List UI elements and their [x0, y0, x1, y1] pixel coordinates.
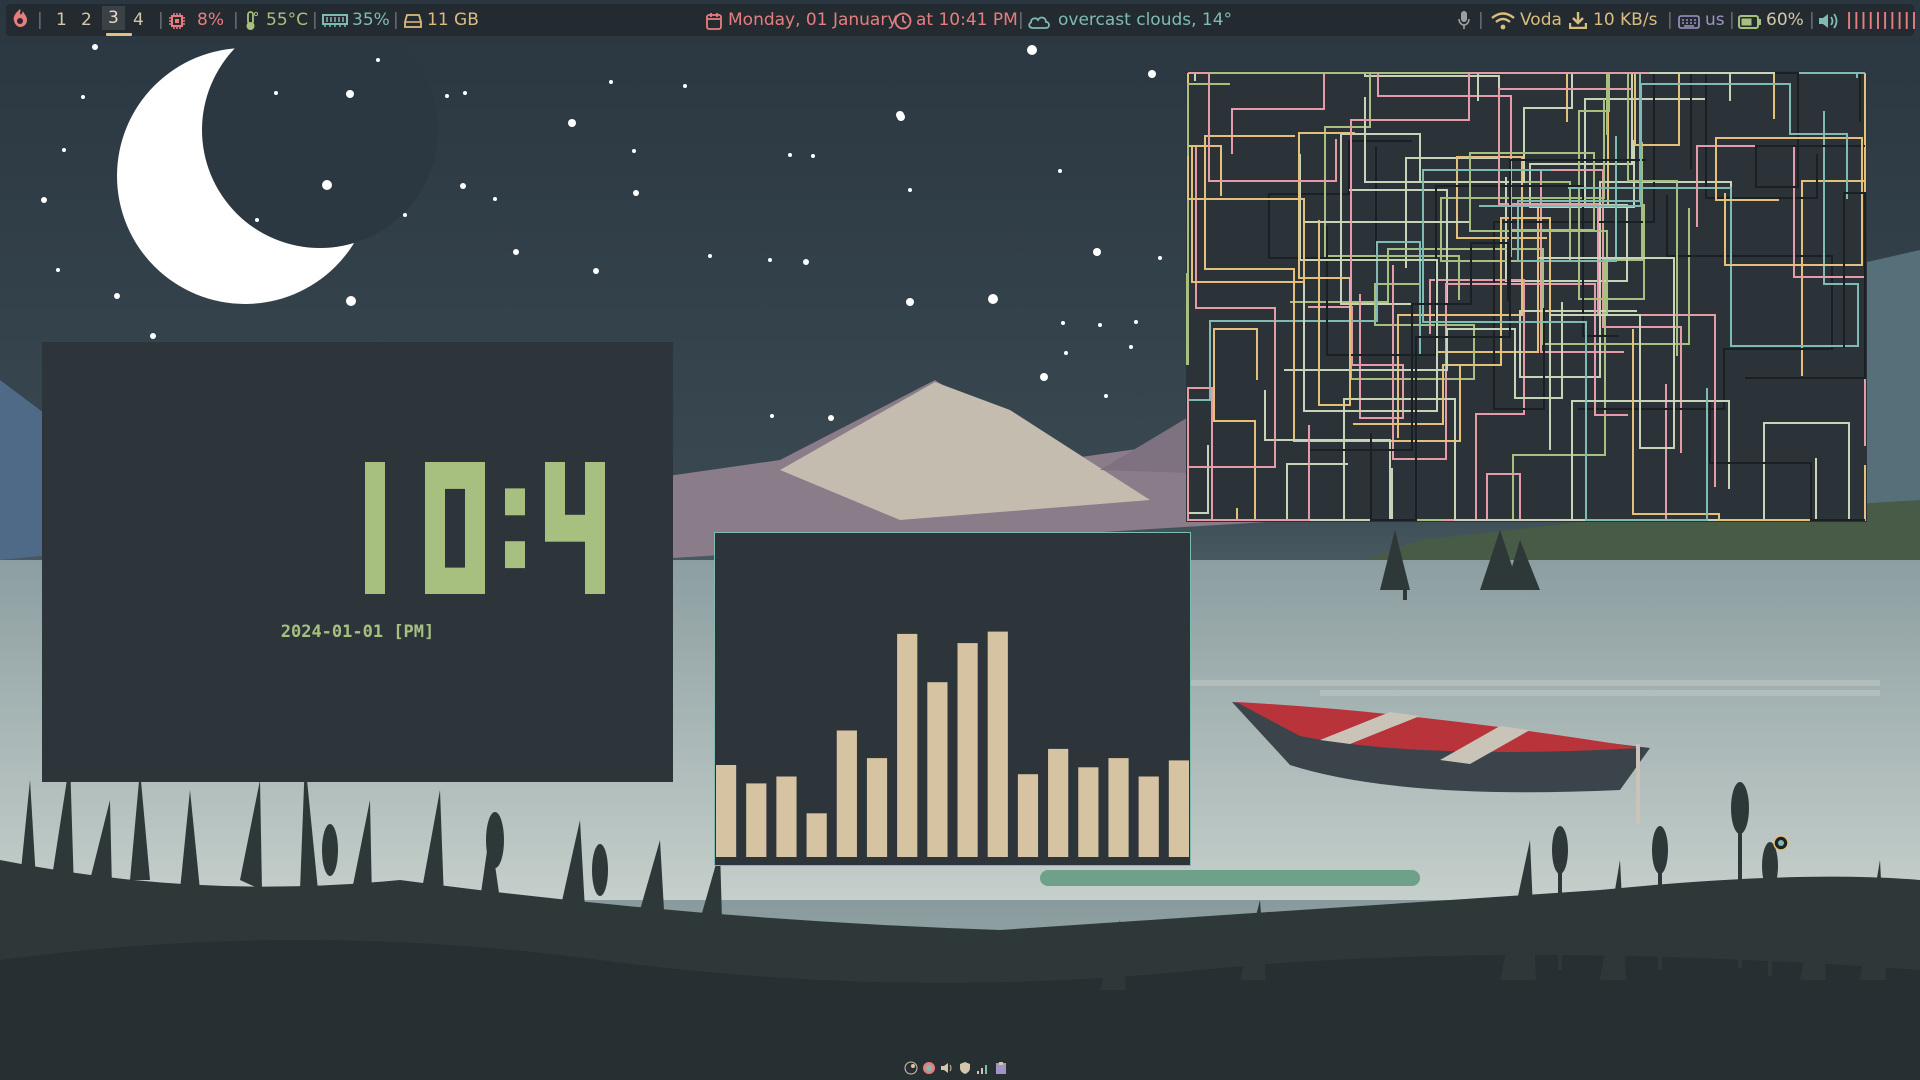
workspace-3[interactable]: 3 — [102, 6, 125, 30]
microphone-icon[interactable] — [1457, 10, 1471, 35]
visualizer-bar — [987, 631, 1008, 857]
pipe-segment — [1488, 400, 1730, 521]
visualizer-bar — [1138, 776, 1159, 857]
active-workspace-indicator — [106, 33, 132, 36]
pipe-segment — [1187, 445, 1209, 520]
pipe-segment — [1310, 242, 1509, 451]
workspace-2[interactable]: 2 — [81, 10, 92, 30]
clock-digit-4 — [545, 462, 605, 594]
thermometer-icon — [244, 11, 259, 36]
pipe-segment — [1187, 147, 1276, 521]
pipe-segment — [1188, 72, 1608, 135]
volume-tray-icon[interactable] — [940, 1061, 954, 1078]
keyboard-layout[interactable]: us — [1705, 10, 1725, 30]
wifi-name[interactable]: Voda — [1520, 10, 1562, 30]
clock-icon — [894, 12, 912, 35]
signal-icon[interactable] — [976, 1061, 990, 1078]
memory-usage: 35% — [352, 10, 390, 30]
power-icon[interactable] — [10, 7, 30, 34]
disk-free: 11 GB — [427, 10, 479, 30]
pipe-segment — [1213, 328, 1341, 521]
disk-icon — [404, 13, 422, 33]
visualizer-bar — [776, 776, 797, 857]
visualizer-bar — [1017, 774, 1039, 857]
clock-digit-1 — [365, 462, 385, 594]
pipe-segment — [1745, 192, 1866, 379]
visualizer-bar — [957, 643, 978, 857]
pipe-segment — [1188, 72, 1315, 81]
pipe-segment — [1690, 72, 1865, 188]
time-label[interactable]: at 10:41 PM — [916, 10, 1018, 30]
visualizer-bar — [806, 813, 827, 857]
pipe-segment — [1519, 181, 1732, 378]
visualizer-bar — [1108, 758, 1129, 857]
clock-colon — [505, 488, 525, 569]
keyboard-icon — [1678, 14, 1700, 34]
battery-icon — [1738, 14, 1762, 34]
visualizer-bar — [1078, 767, 1099, 857]
pipe-segment — [1188, 72, 1337, 182]
pipe-segment — [1505, 98, 1705, 282]
visualizer-bar — [1048, 748, 1069, 857]
pipe-segment — [1715, 137, 1863, 266]
shield-icon[interactable] — [958, 1061, 972, 1078]
clipboard-icon[interactable] — [994, 1061, 1008, 1078]
pipes-art — [1186, 72, 1866, 521]
date-label[interactable]: Monday, 01 January — [728, 10, 897, 30]
mouse-cursor — [1773, 835, 1789, 851]
volume-icon[interactable] — [1818, 12, 1840, 35]
battery-level: 60% — [1766, 10, 1804, 30]
network-speed: 10 KB/s — [1593, 10, 1658, 30]
cloud-icon — [1027, 14, 1051, 35]
browser-icon[interactable] — [922, 1061, 936, 1078]
weather-label[interactable]: overcast clouds, 14° — [1058, 10, 1232, 30]
visualizer-bar — [716, 765, 737, 857]
workspace-4[interactable]: 4 — [133, 10, 144, 30]
download-icon — [1568, 11, 1588, 34]
visualizer-bars — [716, 631, 1189, 857]
visualizer-bar — [897, 633, 918, 857]
pipe-segment — [1801, 73, 1866, 376]
visualizer-bar — [1168, 760, 1189, 857]
cpu-usage: 8% — [197, 10, 224, 30]
clock-time-digits — [365, 462, 605, 594]
top-bar: | 1 2 3 4 | 8% | 55°C | 35% | 11 GB Mond… — [6, 4, 1917, 36]
steam-icon[interactable] — [904, 1061, 918, 1078]
clock-digit-0 — [425, 462, 485, 594]
visualizer-bar — [746, 783, 767, 857]
pipe-segment — [1632, 329, 1866, 521]
calendar-icon — [706, 12, 722, 35]
workspace-1[interactable]: 1 — [56, 10, 67, 30]
temperature: 55°C — [266, 10, 309, 30]
cpu-icon — [168, 12, 186, 35]
pipes-terminal-window[interactable] — [1186, 71, 1867, 522]
visualizer-bar — [836, 730, 857, 857]
system-tray — [904, 1061, 1016, 1079]
wifi-icon[interactable] — [1491, 12, 1515, 35]
visualizer-bar — [927, 682, 948, 857]
memory-icon — [322, 13, 348, 33]
volume-level[interactable]: |||||||||| — [1846, 10, 1918, 30]
audio-visualizer-window[interactable] — [714, 532, 1191, 866]
pipe-segment — [1658, 72, 1861, 122]
visualizer-bar — [866, 758, 888, 857]
pipe-segment — [1187, 387, 1310, 521]
pipe-segment — [1709, 402, 1865, 521]
